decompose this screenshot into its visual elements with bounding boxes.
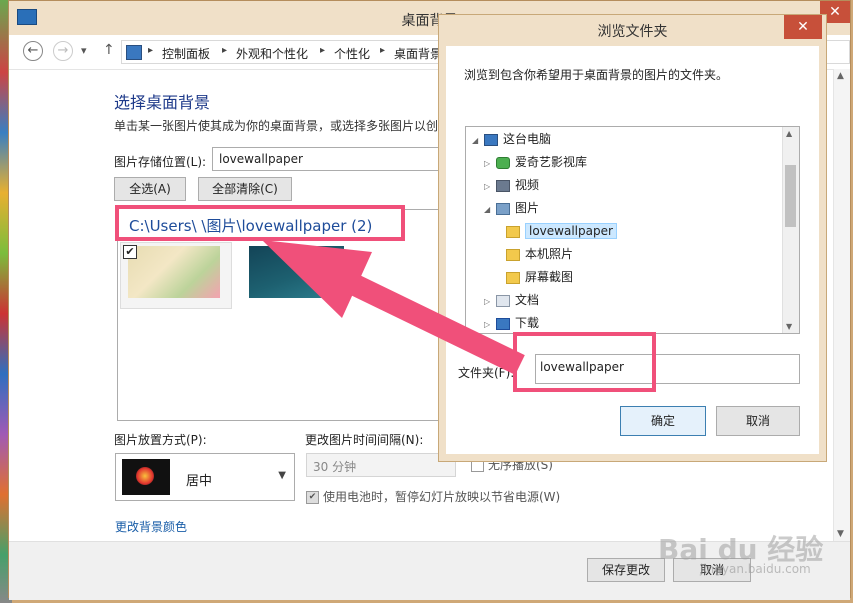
scrollbar-thumb[interactable] [785, 165, 796, 227]
tree-item-label: 这台电脑 [503, 132, 552, 146]
change-background-color-link[interactable]: 更改背景颜色 [115, 518, 187, 535]
position-preview-thumbnail [122, 459, 170, 495]
select-all-button[interactable]: 全选(A) [114, 177, 186, 201]
folder-tree[interactable]: ◢ 这台电脑 ▷ 爱奇艺影视库 ▷ 视频 ◢ 图片 lovewallpaper 本机照片… [465, 126, 800, 334]
scroll-down-icon[interactable]: ▼ [837, 529, 844, 539]
picture-position-select[interactable]: 居中 ▼ [115, 453, 295, 501]
expand-arrow-icon[interactable]: ▷ [484, 292, 496, 312]
breadcrumb-separator: ▸ [148, 45, 154, 56]
recent-locations-dropdown-icon[interactable]: ▾ [81, 44, 87, 57]
flower-image-icon [136, 467, 154, 485]
downloads-folder-icon [496, 317, 510, 330]
wallpaper-thumbnail-1[interactable] [128, 246, 220, 298]
tree-item-documents[interactable]: ▷ 文档 [484, 290, 539, 310]
folder-label: 文件夹(F): [458, 366, 515, 380]
tree-item-local-photos[interactable]: 本机照片 [494, 244, 573, 264]
tree-item-this-pc[interactable]: ◢ 这台电脑 [472, 129, 551, 149]
main-scrollbar[interactable]: ▲ ▼ [833, 69, 850, 541]
breadcrumb-separator: ▸ [222, 45, 228, 56]
ok-button[interactable]: 确定 [620, 406, 706, 436]
computer-icon [484, 133, 498, 146]
breadcrumb-appearance[interactable]: 外观和个性化 [236, 45, 308, 62]
collapse-arrow-icon[interactable]: ◢ [472, 131, 484, 151]
picture-position-value: 居中 [186, 474, 213, 489]
collapse-arrow-icon[interactable]: ◢ [484, 200, 496, 220]
interval-select[interactable]: 30 分钟 [306, 453, 456, 477]
tree-item-iqiyi[interactable]: ▷ 爱奇艺影视库 [484, 152, 587, 172]
expand-arrow-icon[interactable]: ▷ [484, 177, 496, 197]
dialog-title: 浏览文件夹 [597, 24, 668, 40]
tree-item-label: 图片 [515, 201, 540, 215]
forward-arrow-icon[interactable]: → [53, 41, 73, 61]
up-arrow-icon[interactable]: ↑ [103, 42, 115, 58]
chevron-down-icon: ▼ [278, 470, 286, 481]
tree-item-label: 屏幕截图 [525, 270, 574, 284]
scroll-down-icon[interactable]: ▼ [786, 322, 792, 331]
breadcrumb-separator: ▸ [320, 45, 326, 56]
tree-item-downloads[interactable]: ▷ 下载 [484, 313, 539, 333]
back-arrow-icon[interactable]: ← [23, 41, 43, 61]
folder-path-highlight: C:\Users\ \图片\lovewallpaper (2) [115, 205, 405, 241]
dialog-body: 浏览到包含你希望用于桌面背景的图片的文件夹。 ◢ 这台电脑 ▷ 爱奇艺影视库 ▷ 视频… [446, 46, 819, 454]
close-icon[interactable]: ✕ [784, 15, 822, 39]
pictures-folder-icon [496, 202, 510, 215]
clear-all-button[interactable]: 全部清除(C) [198, 177, 292, 201]
folder-icon [506, 248, 520, 261]
folder-path-text: C:\Users\ \图片\lovewallpaper (2) [129, 217, 373, 235]
picture-location-select[interactable]: lovewallpaper [212, 147, 452, 171]
wallpaper-thumbnail-2[interactable] [249, 246, 344, 298]
tree-item-pictures[interactable]: ◢ 图片 [484, 198, 539, 218]
breadcrumb-control-panel[interactable]: 控制面板 [162, 45, 210, 62]
expand-arrow-icon[interactable]: ▷ [484, 315, 496, 333]
documents-folder-icon [496, 294, 510, 307]
tree-item-label: 本机照片 [525, 247, 574, 261]
scroll-up-icon[interactable]: ▲ [837, 71, 844, 81]
interval-label: 更改图片时间间隔(N): [305, 433, 424, 447]
tree-item-label: 下载 [515, 316, 540, 330]
dialog-cancel-button[interactable]: 取消 [716, 406, 800, 436]
page-title: 选择桌面背景 [114, 93, 211, 112]
tree-item-videos[interactable]: ▷ 视频 [484, 175, 539, 195]
tree-item-label: 视频 [515, 178, 540, 192]
breadcrumb-personalization[interactable]: 个性化 [334, 45, 370, 62]
scroll-up-icon[interactable]: ▲ [786, 129, 792, 138]
tree-item-label: lovewallpaper [525, 223, 617, 239]
checkbox-box[interactable]: ✔ [306, 491, 319, 504]
tree-item-lovewallpaper[interactable]: lovewallpaper [494, 221, 617, 241]
wallpaper-checkbox[interactable]: ✔ [123, 245, 137, 259]
battery-saver-checkbox[interactable]: ✔ 使用电池时，暂停幻灯片放映以节省电源(W) [306, 488, 560, 505]
dialog-description: 浏览到包含你希望用于桌面背景的图片的文件夹。 [464, 68, 729, 82]
watermark-url: jingyan.baidu.com [700, 562, 811, 576]
expand-arrow-icon[interactable]: ▷ [484, 154, 496, 174]
tree-scrollbar[interactable]: ▲ ▼ [782, 127, 799, 333]
save-changes-button[interactable]: 保存更改 [587, 558, 665, 582]
browse-folder-dialog: 浏览文件夹 ✕ 浏览到包含你希望用于桌面背景的图片的文件夹。 ◢ 这台电脑 ▷ 爱奇… [438, 14, 827, 462]
tree-item-label: 爱奇艺影视库 [515, 155, 588, 169]
folder-icon [506, 225, 520, 238]
picture-location-label: 图片存储位置(L): [114, 155, 207, 169]
tree-item-label: 文档 [515, 293, 540, 307]
folder-icon [506, 271, 520, 284]
breadcrumb-separator: ▸ [380, 45, 386, 56]
battery-saver-label: 使用电池时，暂停幻灯片放映以节省电源(W) [323, 490, 561, 504]
picture-position-label: 图片放置方式(P): [114, 433, 207, 447]
folder-input-highlight [513, 332, 656, 392]
page-description: 单击某一张图片使其成为你的桌面背景，或选择多张图片以创 [114, 119, 439, 133]
control-panel-icon [126, 45, 142, 60]
tree-item-screenshots[interactable]: 屏幕截图 [494, 267, 573, 287]
iqiyi-icon [496, 156, 510, 169]
video-folder-icon [496, 179, 510, 192]
breadcrumb-desktop-background[interactable]: 桌面背景 [394, 45, 442, 62]
